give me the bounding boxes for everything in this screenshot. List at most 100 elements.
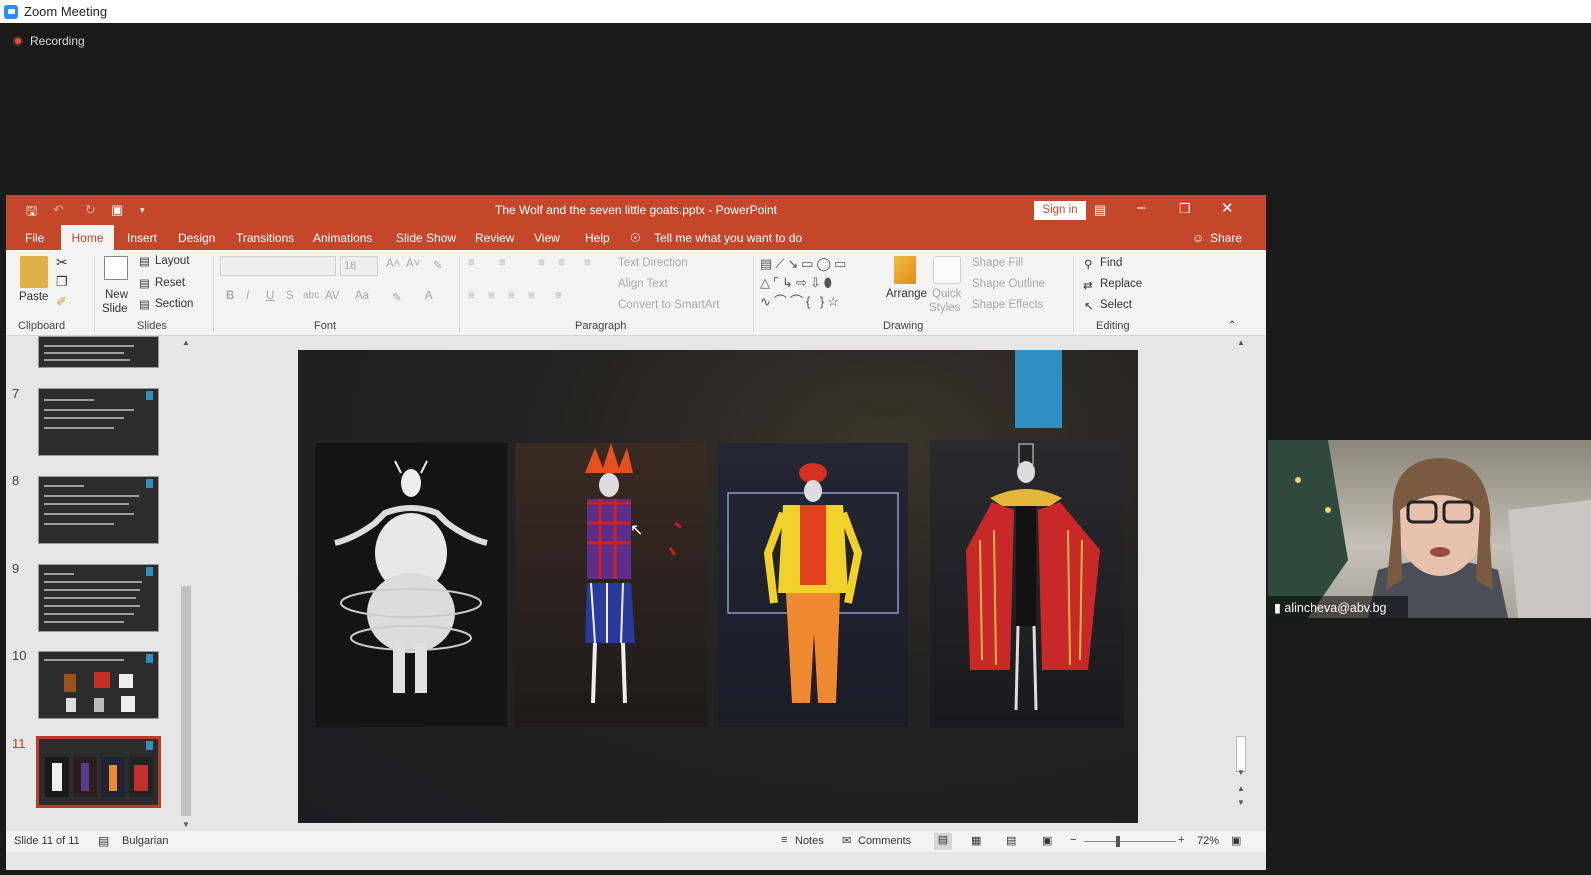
format-painter-icon[interactable]: ✐ bbox=[56, 294, 67, 310]
new-slide-button-line2[interactable]: Slide bbox=[102, 303, 128, 315]
thumbnail-scrollbar[interactable]: ▲ ▼ bbox=[180, 336, 192, 831]
line-spacing-icon[interactable]: ≡ bbox=[584, 257, 591, 269]
tell-me-search[interactable]: Tell me what you want to do bbox=[654, 231, 802, 245]
language-indicator[interactable]: Bulgarian bbox=[122, 835, 168, 847]
select-button[interactable]: Select bbox=[1100, 299, 1132, 311]
arrange-icon[interactable] bbox=[894, 256, 916, 284]
reset-button[interactable]: Reset bbox=[155, 277, 185, 289]
strikethrough-icon[interactable]: abc bbox=[303, 290, 319, 301]
reading-view-icon[interactable]: ▤ bbox=[1006, 834, 1016, 847]
tab-animations[interactable]: Animations bbox=[313, 231, 372, 245]
sign-in-button[interactable]: Sign in bbox=[1034, 201, 1086, 220]
shape-fill-button[interactable]: Shape Fill bbox=[972, 257, 1023, 269]
notes-button[interactable]: Notes bbox=[795, 835, 824, 847]
quick-styles-button[interactable]: Quick bbox=[932, 288, 961, 300]
normal-view-icon[interactable]: ▤ bbox=[934, 833, 952, 850]
highlight-icon[interactable]: ✎ bbox=[392, 290, 402, 304]
copy-icon[interactable]: ❐ bbox=[56, 274, 68, 290]
tab-review[interactable]: Review bbox=[475, 231, 514, 245]
zoom-in-icon[interactable]: + bbox=[1178, 834, 1184, 846]
font-size-box[interactable]: 18 bbox=[340, 256, 378, 276]
shadow-icon[interactable]: S bbox=[286, 290, 294, 302]
align-right-icon[interactable]: ≡ bbox=[508, 290, 515, 302]
convert-smartart-button[interactable]: Convert to SmartArt bbox=[618, 299, 720, 311]
align-center-icon[interactable]: ≡ bbox=[488, 290, 495, 302]
find-button[interactable]: Find bbox=[1100, 257, 1122, 269]
slide-sorter-icon[interactable]: ▦ bbox=[971, 834, 981, 847]
underline-icon[interactable]: U bbox=[266, 290, 274, 302]
slideshow-view-icon[interactable]: ▣ bbox=[1042, 834, 1052, 847]
tab-help[interactable]: Help bbox=[585, 231, 610, 245]
slide-thumbnail-11-selected[interactable] bbox=[36, 736, 161, 808]
participant-video[interactable] bbox=[1268, 440, 1591, 618]
paste-button[interactable]: Paste bbox=[19, 291, 48, 303]
decrease-indent-icon[interactable]: ≡ bbox=[538, 257, 545, 269]
section-button[interactable]: Section bbox=[155, 298, 193, 310]
ribbon-display-icon[interactable]: ▤ bbox=[1094, 202, 1106, 218]
canvas-scrollbar[interactable]: ▲ ▼ ▲ ▼ bbox=[1235, 336, 1247, 831]
new-slide-icon[interactable] bbox=[104, 256, 128, 280]
arrange-button[interactable]: Arrange bbox=[886, 288, 927, 300]
current-slide[interactable] bbox=[298, 350, 1138, 823]
char-spacing-icon[interactable]: AV bbox=[325, 290, 340, 302]
increase-indent-icon[interactable]: ≡ bbox=[558, 257, 565, 269]
layout-button[interactable]: Layout bbox=[155, 255, 190, 267]
change-case-icon[interactable]: Aa bbox=[355, 290, 369, 302]
tab-design[interactable]: Design bbox=[178, 231, 215, 245]
tab-home[interactable]: Home bbox=[61, 225, 114, 250]
clear-format-icon[interactable]: ✎ bbox=[433, 258, 443, 272]
slide-thumbnail-10[interactable] bbox=[38, 651, 159, 719]
italic-icon[interactable]: I bbox=[246, 290, 249, 302]
zoom-level[interactable]: 72% bbox=[1197, 835, 1219, 847]
minimize-button[interactable]: – bbox=[1137, 199, 1145, 216]
collapse-ribbon-icon[interactable]: ⌃ bbox=[1228, 320, 1236, 331]
tab-transitions[interactable]: Transitions bbox=[236, 231, 294, 245]
quick-styles-button-line2[interactable]: Styles bbox=[929, 302, 960, 314]
restore-button[interactable]: ❐ bbox=[1179, 201, 1191, 217]
replace-button[interactable]: Replace bbox=[1100, 278, 1142, 290]
fit-to-window-icon[interactable]: ▣ bbox=[1231, 834, 1241, 847]
tab-insert[interactable]: Insert bbox=[127, 231, 157, 245]
next-slide-icon[interactable]: ▼ bbox=[1237, 798, 1245, 807]
justify-icon[interactable]: ≡ bbox=[528, 290, 535, 302]
scroll-up-icon[interactable]: ▲ bbox=[182, 338, 190, 347]
bullets-icon[interactable]: ≡ bbox=[468, 257, 475, 269]
zoom-out-icon[interactable]: − bbox=[1070, 834, 1076, 846]
comments-button[interactable]: Comments bbox=[858, 835, 911, 847]
shrink-font-icon[interactable]: A˅ bbox=[406, 258, 420, 270]
align-text-button[interactable]: Align Text bbox=[618, 278, 668, 290]
scrollbar-thumb[interactable] bbox=[181, 586, 191, 816]
tab-slide-show[interactable]: Slide Show bbox=[396, 231, 456, 245]
scroll-down-icon[interactable]: ▼ bbox=[1237, 768, 1245, 777]
slide-thumbnail-8[interactable] bbox=[38, 476, 159, 544]
slide-thumbnail-7[interactable] bbox=[38, 388, 159, 456]
shape-effects-button[interactable]: Shape Effects bbox=[972, 299, 1043, 311]
scroll-up-icon[interactable]: ▲ bbox=[1237, 338, 1245, 347]
shapes-gallery[interactable]: ▤⟋↘▭◯▭ △⌜↳⇨⇩⬮ ∿⌒⌒{ }☆ bbox=[760, 254, 878, 310]
bold-icon[interactable]: B bbox=[226, 290, 234, 302]
quick-styles-icon[interactable] bbox=[933, 256, 961, 284]
font-color-icon[interactable]: A bbox=[425, 290, 433, 302]
scrollbar-thumb[interactable] bbox=[1236, 736, 1246, 772]
shape-outline-button[interactable]: Shape Outline bbox=[972, 278, 1045, 290]
proofing-icon[interactable]: ▤ bbox=[98, 834, 109, 848]
new-slide-button[interactable]: New bbox=[105, 289, 128, 301]
zoom-slider[interactable] bbox=[1084, 841, 1176, 842]
previous-slide-icon[interactable]: ▲ bbox=[1237, 784, 1245, 793]
tab-file[interactable]: File bbox=[25, 231, 44, 245]
columns-icon[interactable]: ≡ bbox=[555, 290, 562, 302]
font-name-box[interactable] bbox=[220, 256, 336, 276]
cut-icon[interactable]: ✂ bbox=[56, 254, 68, 271]
recording-indicator[interactable]: Recording bbox=[13, 34, 85, 48]
zoom-slider-handle[interactable] bbox=[1116, 836, 1120, 847]
close-button[interactable]: ✕ bbox=[1221, 199, 1234, 217]
tab-view[interactable]: View bbox=[534, 231, 560, 245]
grow-font-icon[interactable]: A˄ bbox=[386, 258, 400, 270]
slide-thumbnail-6[interactable] bbox=[38, 336, 159, 368]
share-button[interactable]: Share bbox=[1210, 231, 1242, 245]
numbering-icon[interactable]: ≡ bbox=[499, 257, 506, 269]
paste-icon[interactable] bbox=[20, 256, 48, 288]
text-direction-button[interactable]: Text Direction bbox=[618, 257, 688, 269]
align-left-icon[interactable]: ≡ bbox=[468, 290, 475, 302]
slide-thumbnail-9[interactable] bbox=[38, 564, 159, 632]
